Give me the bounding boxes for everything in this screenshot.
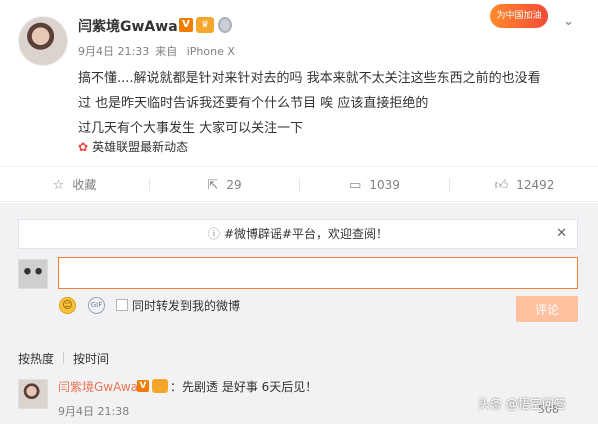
author-username[interactable]: 闫紫境GwAwa xyxy=(78,16,178,36)
repost-checkbox-label[interactable]: 同时转发到我的微博 xyxy=(132,297,240,314)
repost-checkbox[interactable] xyxy=(116,299,128,311)
verified-icon[interactable]: V xyxy=(137,380,149,392)
notice-link[interactable]: #微博辟谣#平台，欢迎查阅！ xyxy=(224,227,388,241)
current-user-avatar[interactable] xyxy=(18,259,48,289)
promo-badge[interactable]: 为中国加油 xyxy=(490,4,548,28)
content-line: 过 也是昨天临时告诉我还要有个什么节目 唉 应该直接拒绝的 xyxy=(78,96,429,111)
info-icon: ⓘ xyxy=(207,227,220,241)
comment-button[interactable]: ▭ 1039 xyxy=(300,167,449,203)
weibo-post: 闫紫境GwAwa V ♛ 9月4日 21:33 来自 iPhone X 为中国加油… xyxy=(0,0,598,165)
comment-count: 1039 xyxy=(369,178,400,192)
comment-time: 9月4日 21:38 xyxy=(58,405,130,418)
favorite-label: 收藏 xyxy=(72,178,97,192)
like-button[interactable]: 👍︎ 12492 xyxy=(450,167,598,203)
sort-bar: 按热度 按时间 xyxy=(0,350,598,370)
post-source[interactable]: iPhone X xyxy=(187,45,235,58)
thumbs-up-icon: 👍︎ xyxy=(494,178,509,193)
source-prefix: 来自 xyxy=(155,45,178,58)
comment-panel: ⓘ #微博辟谣#平台，欢迎查阅！ ✕ ☺ GIF 同时转发到我的微博 评论 按热度… xyxy=(0,203,598,424)
rumor-notice: ⓘ #微博辟谣#平台，欢迎查阅！ ✕ xyxy=(18,219,578,249)
repost-button[interactable]: ⇱ 29 xyxy=(150,167,299,203)
topic-link[interactable]: ✿ 英雄联盟最新动态 xyxy=(78,138,188,155)
member-icon[interactable] xyxy=(152,379,168,393)
chevron-down-icon[interactable]: ⌄ xyxy=(563,14,574,29)
favorite-button[interactable]: ☆ 收藏 xyxy=(0,167,149,203)
verified-icon[interactable]: V xyxy=(179,18,193,32)
sort-by-time[interactable]: 按时间 xyxy=(73,350,109,367)
comment-input[interactable] xyxy=(58,257,578,289)
emoji-icon[interactable]: ☺ xyxy=(59,297,76,314)
commenter-username[interactable]: 闫紫境GwAwa xyxy=(58,378,138,395)
commenter-avatar[interactable] xyxy=(18,379,48,409)
gif-icon[interactable]: GIF xyxy=(88,297,105,314)
like-count: 12492 xyxy=(516,178,555,192)
close-icon[interactable]: ✕ xyxy=(556,220,567,248)
member-icon[interactable]: ♛ xyxy=(196,17,214,33)
watermark: 头条 @悟空问答 xyxy=(478,397,566,411)
comment-text: ：先剧透 是好事 6天后见！ xyxy=(170,380,318,394)
star-icon: ☆ xyxy=(52,178,65,193)
comment-icon: ▭ xyxy=(349,178,362,193)
post-meta: 9月4日 21:33 来自 iPhone X xyxy=(78,43,241,59)
post-content: 搞不懂....解说就都是针对来针对去的吗 我本来就不太关注这些东西之前的也没看 … xyxy=(78,66,578,141)
action-bar: ☆ 收藏 ⇱ 29 ▭ 1039 👍︎ 12492 xyxy=(0,166,598,202)
content-line: 搞不懂....解说就都是针对来针对去的吗 我本来就不太关注这些东西之前的也没看 xyxy=(78,71,541,86)
author-avatar[interactable] xyxy=(18,16,68,66)
repost-icon: ⇱ xyxy=(207,178,219,193)
topic-label: 英雄联盟最新动态 xyxy=(92,140,189,154)
post-date[interactable]: 9月4日 21:33 xyxy=(78,45,149,58)
divider xyxy=(63,352,64,364)
repost-count: 29 xyxy=(226,178,242,192)
medal-icon[interactable] xyxy=(218,17,232,33)
submit-comment-button[interactable]: 评论 xyxy=(516,296,578,322)
topic-icon: ✿ xyxy=(78,140,89,154)
sort-by-hot[interactable]: 按热度 xyxy=(18,350,54,367)
